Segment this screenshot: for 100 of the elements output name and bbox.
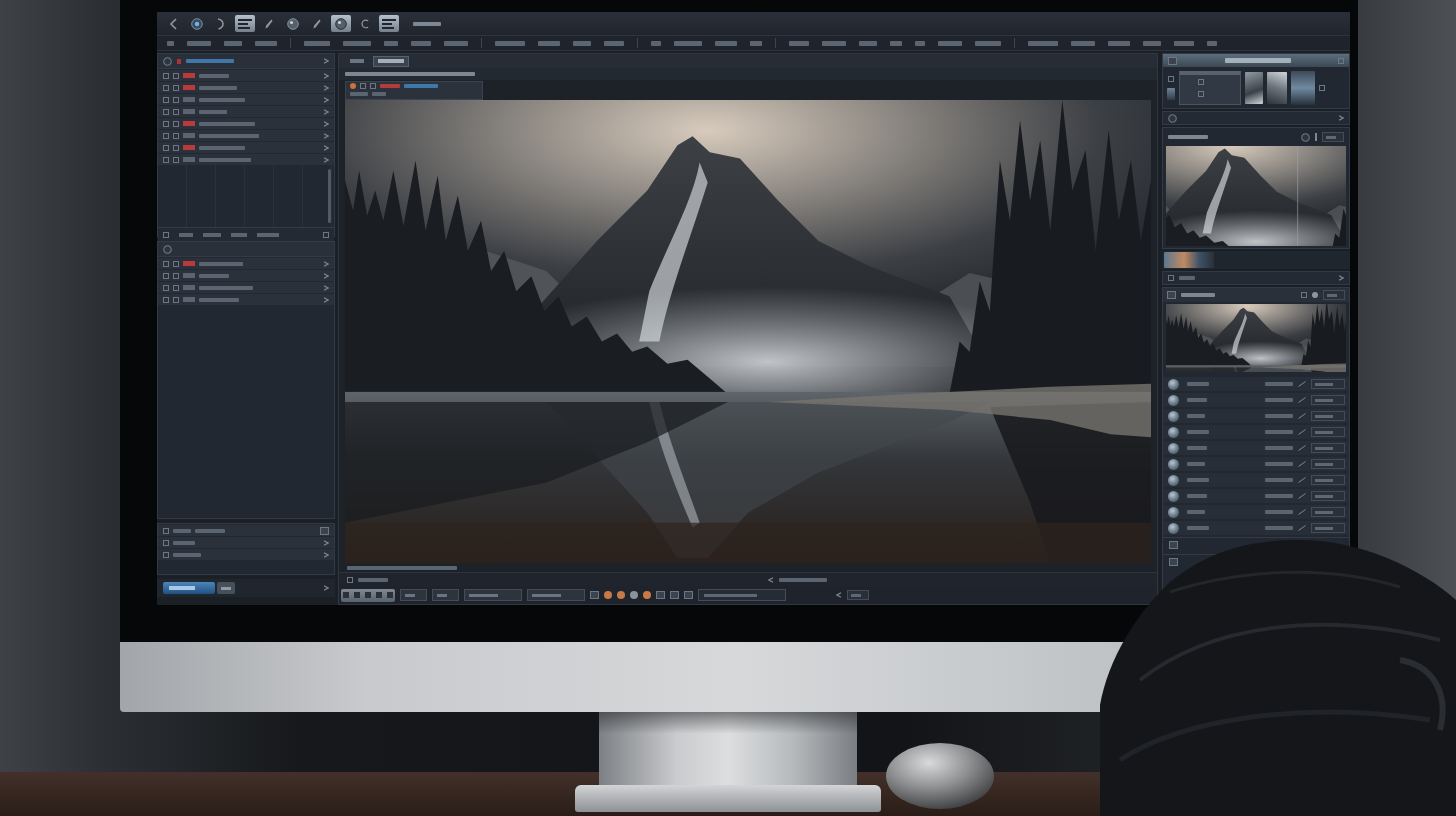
value-field[interactable] bbox=[1311, 459, 1345, 469]
photo-thumbnail[interactable] bbox=[1245, 71, 1263, 104]
history-row[interactable] bbox=[158, 549, 334, 560]
photo-thumbnail[interactable] bbox=[1291, 70, 1315, 105]
chevron-icon[interactable] bbox=[323, 58, 329, 64]
circle-icon[interactable] bbox=[163, 244, 172, 254]
secondary-button[interactable] bbox=[217, 582, 235, 594]
menu-item[interactable] bbox=[187, 40, 211, 46]
preset-row[interactable] bbox=[1163, 489, 1349, 503]
layer-row[interactable] bbox=[158, 106, 334, 117]
chevron-left-icon[interactable] bbox=[768, 576, 774, 583]
menu-item[interactable] bbox=[1028, 40, 1058, 46]
square-icon[interactable] bbox=[347, 576, 353, 583]
menu-item[interactable] bbox=[1071, 40, 1095, 46]
menu-item[interactable] bbox=[890, 40, 902, 46]
square-icon[interactable] bbox=[1168, 275, 1174, 281]
value-field[interactable] bbox=[1323, 290, 1345, 300]
layer-row[interactable] bbox=[158, 94, 334, 105]
value-field[interactable] bbox=[1311, 491, 1345, 501]
value-field[interactable] bbox=[1311, 379, 1345, 389]
preset-row[interactable] bbox=[1163, 473, 1349, 487]
menu-item[interactable] bbox=[822, 40, 846, 46]
menu-item[interactable] bbox=[1143, 40, 1161, 46]
square-icon[interactable] bbox=[670, 591, 679, 599]
circle-icon[interactable] bbox=[1168, 113, 1177, 123]
photo-thumbnail[interactable] bbox=[1167, 87, 1175, 100]
preset-row[interactable] bbox=[1163, 505, 1349, 519]
adjustment-row[interactable] bbox=[158, 294, 334, 305]
value-field[interactable] bbox=[1311, 411, 1345, 421]
square-icon[interactable] bbox=[1301, 292, 1307, 298]
dot-icon[interactable] bbox=[630, 591, 638, 599]
scrollbar[interactable] bbox=[328, 169, 331, 223]
square-icon[interactable] bbox=[590, 591, 599, 599]
menu-item[interactable] bbox=[750, 40, 762, 46]
square-icon[interactable] bbox=[684, 591, 693, 599]
tab[interactable] bbox=[373, 55, 409, 67]
square-icon[interactable] bbox=[1319, 84, 1325, 91]
square-icon[interactable] bbox=[323, 232, 329, 238]
square-icon[interactable] bbox=[1169, 558, 1178, 566]
value-field[interactable] bbox=[1311, 427, 1345, 437]
toolbar-button[interactable] bbox=[400, 589, 427, 601]
preset-row[interactable] bbox=[1163, 521, 1349, 535]
preset-row[interactable] bbox=[1163, 409, 1349, 423]
preset-row[interactable] bbox=[1163, 457, 1349, 471]
photo-thumbnail[interactable] bbox=[1164, 252, 1214, 268]
preset-row[interactable] bbox=[1163, 393, 1349, 407]
value-field[interactable] bbox=[847, 590, 869, 600]
menu-item[interactable] bbox=[304, 40, 330, 46]
value-field[interactable] bbox=[1311, 443, 1345, 453]
tool-button[interactable] bbox=[331, 15, 351, 32]
menu-item[interactable] bbox=[938, 40, 962, 46]
menu-item[interactable] bbox=[674, 40, 702, 46]
primary-button[interactable] bbox=[163, 582, 215, 594]
adjustment-row[interactable] bbox=[158, 282, 334, 293]
layer-row[interactable] bbox=[158, 154, 334, 165]
dot-icon[interactable] bbox=[617, 591, 625, 599]
chevron-icon[interactable] bbox=[323, 585, 329, 591]
history-row[interactable] bbox=[158, 525, 334, 536]
square-icon[interactable] bbox=[1167, 291, 1176, 299]
menu-item[interactable] bbox=[1207, 40, 1217, 46]
chevron-icon[interactable] bbox=[1338, 275, 1344, 281]
value-field[interactable] bbox=[1311, 475, 1345, 485]
menu-item[interactable] bbox=[224, 40, 242, 46]
tool-button[interactable] bbox=[235, 15, 255, 32]
menu-item[interactable] bbox=[604, 40, 624, 46]
history-row[interactable] bbox=[158, 537, 334, 548]
toolbar-button[interactable] bbox=[432, 589, 459, 601]
menu-item[interactable] bbox=[538, 40, 560, 46]
layer-row[interactable] bbox=[158, 82, 334, 93]
preset-row[interactable] bbox=[1163, 441, 1349, 455]
square-icon[interactable] bbox=[360, 83, 366, 89]
dot-icon[interactable] bbox=[604, 591, 612, 599]
menu-item[interactable] bbox=[167, 40, 174, 46]
layer-row[interactable] bbox=[158, 118, 334, 129]
chevron-left-icon[interactable] bbox=[836, 592, 842, 598]
layer-row[interactable] bbox=[158, 142, 334, 153]
square-icon[interactable] bbox=[163, 232, 169, 238]
adjustment-row[interactable] bbox=[158, 270, 334, 281]
menu-item[interactable] bbox=[573, 40, 591, 46]
toolbar-button[interactable] bbox=[464, 589, 522, 601]
dot-icon[interactable] bbox=[350, 83, 356, 89]
layer-row[interactable] bbox=[158, 70, 334, 81]
menu-item[interactable] bbox=[1174, 40, 1194, 46]
menu-item[interactable] bbox=[444, 40, 468, 46]
square-icon[interactable] bbox=[656, 591, 665, 599]
square-icon[interactable] bbox=[1169, 541, 1178, 549]
menu-item[interactable] bbox=[651, 40, 661, 46]
menu-item[interactable] bbox=[915, 40, 925, 46]
layer-row[interactable] bbox=[158, 130, 334, 141]
menu-item[interactable] bbox=[255, 40, 277, 46]
chevron-icon[interactable] bbox=[1338, 115, 1344, 121]
circle-icon[interactable] bbox=[1301, 132, 1310, 142]
menu-item[interactable] bbox=[789, 40, 809, 46]
menu-item[interactable] bbox=[411, 40, 431, 46]
square-icon[interactable] bbox=[370, 83, 376, 89]
tool-button[interactable] bbox=[379, 15, 399, 32]
menu-item[interactable] bbox=[495, 40, 525, 46]
toolbar-button[interactable] bbox=[527, 589, 585, 601]
segmented-control[interactable] bbox=[341, 588, 395, 602]
menu-item[interactable] bbox=[343, 40, 371, 46]
